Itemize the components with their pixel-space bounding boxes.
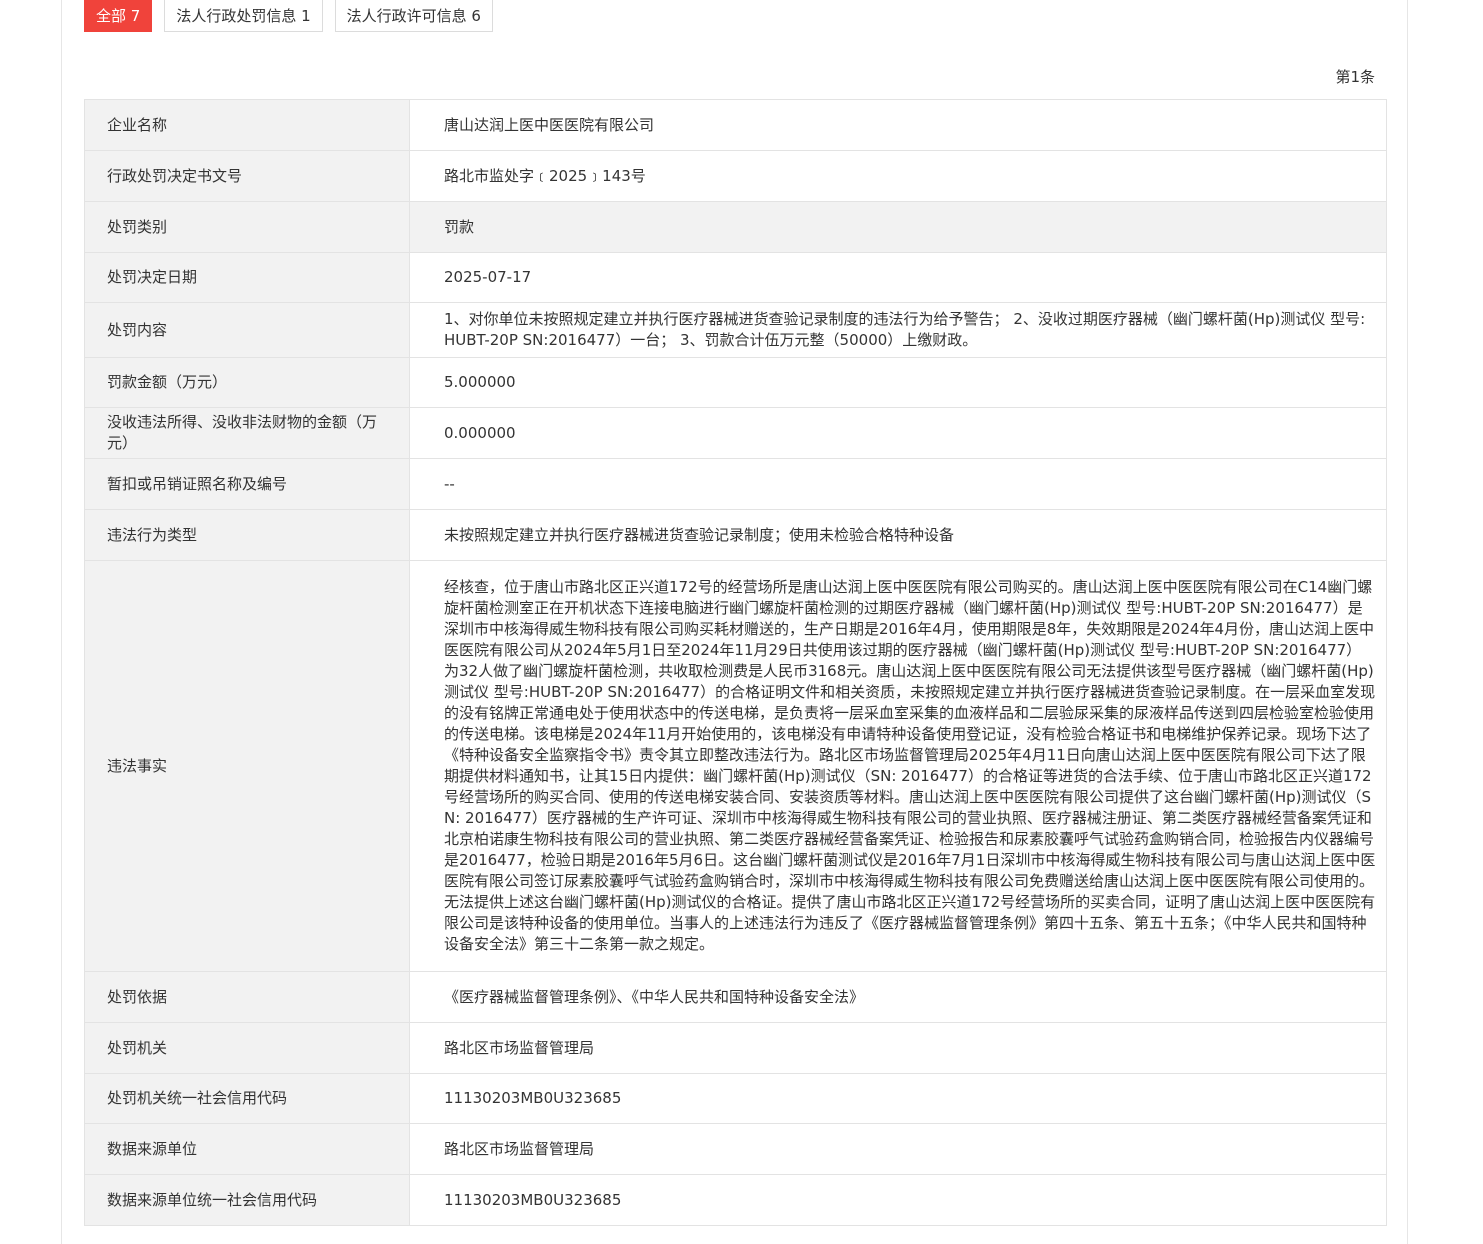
tab-admin-license[interactable]: 法人行政许可信息 6 [334,0,493,32]
row-label-penalty-basis: 处罚依据 [84,971,410,1023]
row-value-decision-number: 路北市监处字﹝2025﹞143号 [409,150,1387,202]
table-row: 处罚机关 路北区市场监督管理局 [84,1022,1387,1074]
table-row: 企业名称 唐山达润上医中医医院有限公司 [84,99,1387,151]
row-label-violation-facts: 违法事实 [84,560,410,972]
row-label-license-revoked: 暂扣或吊销证照名称及编号 [84,458,410,510]
page: 全部 7 法人行政处罚信息 1 法人行政许可信息 6 第1条 企业名称 唐山达润… [0,0,1483,1244]
tab-all[interactable]: 全部 7 [84,0,153,32]
row-value-penalty-basis: 《医疗器械监督管理条例》、《中华人民共和国特种设备安全法》 [409,971,1387,1023]
row-value-violation-type: 未按照规定建立并执行医疗器械进货查验记录制度；使用未检验合格特种设备 [409,509,1387,561]
row-label-decision-number: 行政处罚决定书文号 [84,150,410,202]
table-row: 暂扣或吊销证照名称及编号 -- [84,458,1387,510]
table-row: 违法事实 经核查，位于唐山市路北区正兴道172号的经营场所是唐山达润上医中医医院… [84,560,1387,972]
table-row: 行政处罚决定书文号 路北市监处字﹝2025﹞143号 [84,150,1387,202]
row-label-data-source: 数据来源单位 [84,1123,410,1175]
row-label-data-source-credit-code: 数据来源单位统一社会信用代码 [84,1174,410,1226]
table-row: 罚款金额（万元） 5.000000 [84,357,1387,408]
table-row: 处罚机关统一社会信用代码 11130203MB0U323685 [84,1073,1387,1124]
record-index: 第1条 [1335,68,1375,86]
row-value-penalty-content: 1、对你单位未按照规定建立并执行医疗器械进货查验记录制度的违法行为给予警告； 2… [409,302,1387,358]
table-row: 处罚决定日期 2025-07-17 [84,252,1387,303]
row-label-authority-credit-code: 处罚机关统一社会信用代码 [84,1073,410,1124]
row-value-fine-amount: 5.000000 [409,357,1387,408]
row-label-fine-amount: 罚款金额（万元） [84,357,410,408]
row-value-penalty-type: 罚款 [409,201,1387,253]
row-value-data-source-credit-code: 11130203MB0U323685 [409,1174,1387,1226]
penalty-detail-table: 企业名称 唐山达润上医中医医院有限公司 行政处罚决定书文号 路北市监处字﹝202… [84,99,1387,1226]
table-row: 处罚类别 罚款 [84,201,1387,253]
tab-admin-penalty[interactable]: 法人行政处罚信息 1 [164,0,323,32]
table-row: 处罚内容 1、对你单位未按照规定建立并执行医疗器械进货查验记录制度的违法行为给予… [84,302,1387,358]
table-row: 数据来源单位统一社会信用代码 11130203MB0U323685 [84,1174,1387,1226]
table-row: 处罚依据 《医疗器械监督管理条例》、《中华人民共和国特种设备安全法》 [84,971,1387,1023]
row-value-data-source: 路北区市场监督管理局 [409,1123,1387,1175]
row-label-penalty-content: 处罚内容 [84,302,410,358]
row-label-penalty-authority: 处罚机关 [84,1022,410,1074]
row-label-company-name: 企业名称 [84,99,410,151]
row-label-violation-type: 违法行为类型 [84,509,410,561]
tab-bar: 全部 7 法人行政处罚信息 1 法人行政许可信息 6 [84,0,493,32]
row-value-violation-facts: 经核查，位于唐山市路北区正兴道172号的经营场所是唐山达润上医中医医院有限公司购… [409,560,1387,972]
table-row: 数据来源单位 路北区市场监督管理局 [84,1123,1387,1175]
row-label-decision-date: 处罚决定日期 [84,252,410,303]
table-row: 没收违法所得、没收非法财物的金额（万元） 0.000000 [84,407,1387,459]
row-label-penalty-type: 处罚类别 [84,201,410,253]
row-value-penalty-authority: 路北区市场监督管理局 [409,1022,1387,1074]
row-value-decision-date: 2025-07-17 [409,252,1387,303]
row-value-confiscation-amount: 0.000000 [409,407,1387,459]
row-value-company-name: 唐山达润上医中医医院有限公司 [409,99,1387,151]
table-row: 违法行为类型 未按照规定建立并执行医疗器械进货查验记录制度；使用未检验合格特种设… [84,509,1387,561]
row-value-license-revoked: -- [409,458,1387,510]
row-value-authority-credit-code: 11130203MB0U323685 [409,1073,1387,1124]
row-label-confiscation-amount: 没收违法所得、没收非法财物的金额（万元） [84,407,410,459]
